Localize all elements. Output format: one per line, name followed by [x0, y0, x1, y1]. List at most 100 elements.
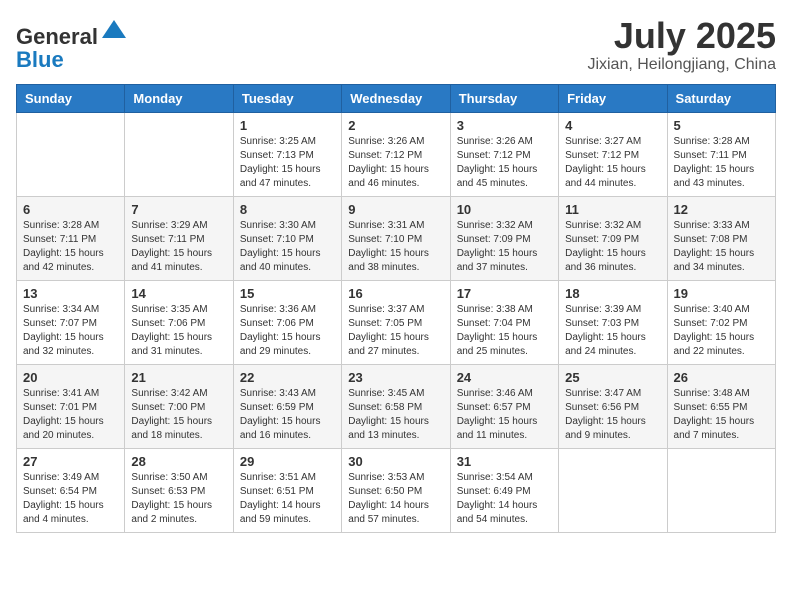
- day-info: Sunrise: 3:36 AM Sunset: 7:06 PM Dayligh…: [240, 303, 335, 359]
- weekday-header-tuesday: Tuesday: [233, 84, 341, 112]
- day-number: 17: [457, 286, 552, 301]
- calendar-cell: 2 Sunrise: 3:26 AM Sunset: 7:12 PM Daylig…: [342, 112, 450, 196]
- logo-general: General: [16, 24, 98, 49]
- calendar-cell: 27Sunrise: 3:49 AM Sunset: 6:54 PM Dayli…: [17, 448, 125, 532]
- day-info: Sunrise: 3:35 AM Sunset: 7:06 PM Dayligh…: [131, 303, 226, 359]
- day-number: 22: [240, 370, 335, 385]
- calendar-cell: 17 Sunrise: 3:38 AM Sunset: 7:04 PM Dayli…: [450, 280, 558, 364]
- day-info: Sunrise: 3:54 AM Sunset: 6:49 PM Dayligh…: [457, 471, 552, 527]
- day-info: Sunrise: 3:42 AM Sunset: 7:00 PM Dayligh…: [131, 387, 226, 443]
- day-info: Sunrise: 3:53 AM Sunset: 6:50 PM Dayligh…: [348, 471, 443, 527]
- calendar-cell: 19Sunrise: 3:40 AM Sunset: 7:02 PM Dayli…: [667, 280, 775, 364]
- calendar-cell: [559, 448, 667, 532]
- calendar-cell: 8 Sunrise: 3:30 AM Sunset: 7:10 PM Daylig…: [233, 196, 341, 280]
- day-info: Sunrise: 3:51 AM Sunset: 6:51 PM Dayligh…: [240, 471, 335, 527]
- calendar-table: SundayMondayTuesdayWednesdayThursdayFrid…: [16, 84, 776, 533]
- day-number: 4: [565, 118, 660, 133]
- calendar-cell: 29 Sunrise: 3:51 AM Sunset: 6:51 PM Dayli…: [233, 448, 341, 532]
- day-number: 6: [23, 202, 118, 217]
- day-info: Sunrise: 3:37 AM Sunset: 7:05 PM Dayligh…: [348, 303, 443, 359]
- day-number: 29: [240, 454, 335, 469]
- day-info: Sunrise: 3:25 AM Sunset: 7:13 PM Dayligh…: [240, 135, 335, 191]
- calendar-cell: 28 Sunrise: 3:50 AM Sunset: 6:53 PM Dayli…: [125, 448, 233, 532]
- day-number: 20: [23, 370, 118, 385]
- day-number: 24: [457, 370, 552, 385]
- calendar-cell: 22 Sunrise: 3:43 AM Sunset: 6:59 PM Dayli…: [233, 364, 341, 448]
- day-number: 9: [348, 202, 443, 217]
- calendar-cell: 4 Sunrise: 3:27 AM Sunset: 7:12 PM Daylig…: [559, 112, 667, 196]
- calendar-cell: 11 Sunrise: 3:32 AM Sunset: 7:09 PM Dayli…: [559, 196, 667, 280]
- weekday-header-thursday: Thursday: [450, 84, 558, 112]
- month-title: July 2025: [587, 16, 776, 56]
- calendar-cell: 9 Sunrise: 3:31 AM Sunset: 7:10 PM Daylig…: [342, 196, 450, 280]
- day-number: 25: [565, 370, 660, 385]
- calendar-cell: 5Sunrise: 3:28 AM Sunset: 7:11 PM Daylig…: [667, 112, 775, 196]
- day-number: 11: [565, 202, 660, 217]
- day-info: Sunrise: 3:38 AM Sunset: 7:04 PM Dayligh…: [457, 303, 552, 359]
- calendar-week-5: 27Sunrise: 3:49 AM Sunset: 6:54 PM Dayli…: [17, 448, 776, 532]
- day-number: 18: [565, 286, 660, 301]
- day-number: 23: [348, 370, 443, 385]
- calendar-cell: 1 Sunrise: 3:25 AM Sunset: 7:13 PM Daylig…: [233, 112, 341, 196]
- day-info: Sunrise: 3:26 AM Sunset: 7:12 PM Dayligh…: [348, 135, 443, 191]
- calendar-cell: 21Sunrise: 3:42 AM Sunset: 7:00 PM Dayli…: [125, 364, 233, 448]
- logo: General Blue: [16, 16, 128, 72]
- day-info: Sunrise: 3:50 AM Sunset: 6:53 PM Dayligh…: [131, 471, 226, 527]
- calendar-cell: 7 Sunrise: 3:29 AM Sunset: 7:11 PM Daylig…: [125, 196, 233, 280]
- calendar-cell: 15 Sunrise: 3:36 AM Sunset: 7:06 PM Dayli…: [233, 280, 341, 364]
- day-info: Sunrise: 3:34 AM Sunset: 7:07 PM Dayligh…: [23, 303, 118, 359]
- logo-icon: [100, 16, 128, 44]
- weekday-header-sunday: Sunday: [17, 84, 125, 112]
- day-number: 14: [131, 286, 226, 301]
- day-info: Sunrise: 3:41 AM Sunset: 7:01 PM Dayligh…: [23, 387, 118, 443]
- day-number: 28: [131, 454, 226, 469]
- weekday-header-wednesday: Wednesday: [342, 84, 450, 112]
- calendar-cell: 20 Sunrise: 3:41 AM Sunset: 7:01 PM Dayli…: [17, 364, 125, 448]
- calendar-cell: 24Sunrise: 3:46 AM Sunset: 6:57 PM Dayli…: [450, 364, 558, 448]
- day-number: 10: [457, 202, 552, 217]
- day-number: 8: [240, 202, 335, 217]
- calendar-cell: 12 Sunrise: 3:33 AM Sunset: 7:08 PM Dayli…: [667, 196, 775, 280]
- day-info: Sunrise: 3:30 AM Sunset: 7:10 PM Dayligh…: [240, 219, 335, 275]
- logo-blue: Blue: [16, 47, 64, 72]
- day-info: Sunrise: 3:49 AM Sunset: 6:54 PM Dayligh…: [23, 471, 118, 527]
- calendar-cell: [125, 112, 233, 196]
- calendar-cell: 23 Sunrise: 3:45 AM Sunset: 6:58 PM Dayli…: [342, 364, 450, 448]
- calendar-week-3: 13 Sunrise: 3:34 AM Sunset: 7:07 PM Dayli…: [17, 280, 776, 364]
- day-info: Sunrise: 3:33 AM Sunset: 7:08 PM Dayligh…: [674, 219, 769, 275]
- calendar-cell: 31 Sunrise: 3:54 AM Sunset: 6:49 PM Dayli…: [450, 448, 558, 532]
- day-info: Sunrise: 3:45 AM Sunset: 6:58 PM Dayligh…: [348, 387, 443, 443]
- day-number: 5: [674, 118, 769, 133]
- page-header: General Blue July 2025 Jixian, Heilongji…: [16, 16, 776, 74]
- calendar-cell: 14 Sunrise: 3:35 AM Sunset: 7:06 PM Dayli…: [125, 280, 233, 364]
- day-number: 30: [348, 454, 443, 469]
- day-number: 31: [457, 454, 552, 469]
- weekday-header-saturday: Saturday: [667, 84, 775, 112]
- calendar-cell: 16Sunrise: 3:37 AM Sunset: 7:05 PM Dayli…: [342, 280, 450, 364]
- day-info: Sunrise: 3:32 AM Sunset: 7:09 PM Dayligh…: [457, 219, 552, 275]
- day-info: Sunrise: 3:31 AM Sunset: 7:10 PM Dayligh…: [348, 219, 443, 275]
- calendar-cell: 26 Sunrise: 3:48 AM Sunset: 6:55 PM Dayli…: [667, 364, 775, 448]
- day-number: 26: [674, 370, 769, 385]
- weekday-header-friday: Friday: [559, 84, 667, 112]
- day-number: 2: [348, 118, 443, 133]
- day-number: 12: [674, 202, 769, 217]
- day-info: Sunrise: 3:48 AM Sunset: 6:55 PM Dayligh…: [674, 387, 769, 443]
- calendar-cell: 30 Sunrise: 3:53 AM Sunset: 6:50 PM Dayli…: [342, 448, 450, 532]
- day-number: 1: [240, 118, 335, 133]
- day-number: 7: [131, 202, 226, 217]
- day-info: Sunrise: 3:32 AM Sunset: 7:09 PM Dayligh…: [565, 219, 660, 275]
- title-area: July 2025 Jixian, Heilongjiang, China: [587, 16, 776, 74]
- calendar-week-4: 20 Sunrise: 3:41 AM Sunset: 7:01 PM Dayli…: [17, 364, 776, 448]
- day-number: 15: [240, 286, 335, 301]
- day-info: Sunrise: 3:27 AM Sunset: 7:12 PM Dayligh…: [565, 135, 660, 191]
- day-info: Sunrise: 3:40 AM Sunset: 7:02 PM Dayligh…: [674, 303, 769, 359]
- day-number: 13: [23, 286, 118, 301]
- calendar-cell: 25Sunrise: 3:47 AM Sunset: 6:56 PM Dayli…: [559, 364, 667, 448]
- day-number: 3: [457, 118, 552, 133]
- day-info: Sunrise: 3:39 AM Sunset: 7:03 PM Dayligh…: [565, 303, 660, 359]
- day-info: Sunrise: 3:43 AM Sunset: 6:59 PM Dayligh…: [240, 387, 335, 443]
- day-info: Sunrise: 3:29 AM Sunset: 7:11 PM Dayligh…: [131, 219, 226, 275]
- calendar-cell: 6Sunrise: 3:28 AM Sunset: 7:11 PM Daylig…: [17, 196, 125, 280]
- calendar-cell: [17, 112, 125, 196]
